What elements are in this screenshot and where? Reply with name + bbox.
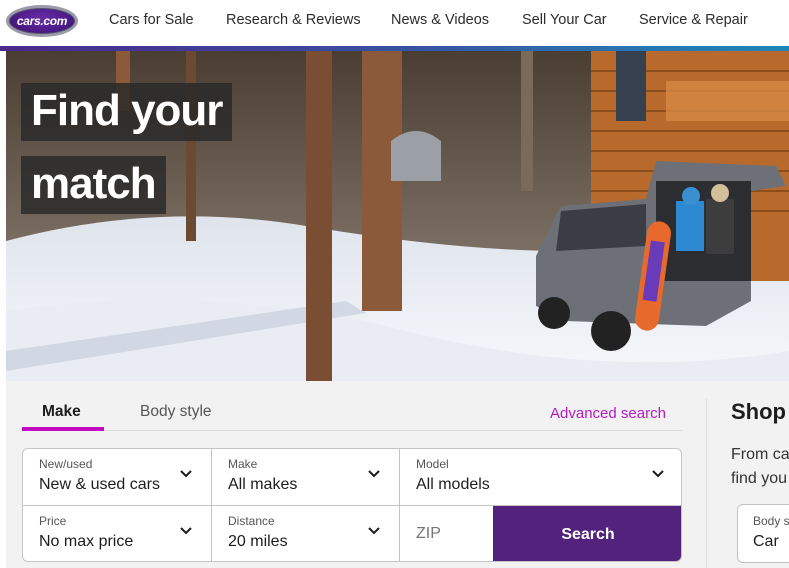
- chevron-down-icon: [180, 470, 192, 478]
- site-header: cars.com Cars for Sale Research & Review…: [0, 0, 789, 44]
- tab-body-style[interactable]: Body style: [140, 403, 212, 421]
- panel-divider: [706, 399, 707, 568]
- hero-title-2: match: [21, 156, 166, 214]
- new-used-label: New/used: [39, 457, 93, 471]
- make-label: Make: [228, 457, 258, 471]
- zip-input[interactable]: ZIP: [400, 506, 493, 561]
- nav-service-repair[interactable]: Service & Repair: [639, 12, 748, 28]
- distance-select[interactable]: Distance 20 miles: [212, 506, 400, 561]
- body-style-value: Car: [753, 533, 779, 550]
- body-style-select[interactable]: Body st Car: [737, 504, 789, 563]
- chevron-down-icon: [368, 527, 380, 535]
- search-form: New/used New & used cars Make All makes …: [22, 448, 682, 562]
- model-label: Model: [416, 457, 449, 471]
- nav-research-reviews[interactable]: Research & Reviews: [226, 12, 361, 28]
- hero-title-line-1: Find your: [21, 83, 233, 141]
- price-value: No max price: [39, 533, 134, 550]
- model-select[interactable]: Model All models: [400, 449, 681, 506]
- chevron-down-icon: [180, 527, 192, 535]
- chevron-down-icon: [368, 470, 380, 478]
- body-style-label: Body st: [753, 514, 789, 528]
- zip-placeholder: ZIP: [416, 525, 441, 542]
- main-nav: Cars for Sale Research & Reviews News & …: [0, 0, 789, 44]
- new-used-select[interactable]: New/used New & used cars: [23, 449, 212, 506]
- price-select[interactable]: Price No max price: [23, 506, 212, 561]
- search-button[interactable]: Search: [493, 506, 681, 561]
- search-panel: Make Body style Advanced search New/used…: [6, 381, 789, 568]
- model-value: All models: [416, 476, 490, 493]
- make-value: All makes: [228, 476, 298, 493]
- nav-cars-for-sale[interactable]: Cars for Sale: [109, 12, 194, 28]
- hero-banner: Find your match: [6, 51, 789, 381]
- shop-description: From ca find you: [731, 443, 789, 491]
- new-used-value: New & used cars: [39, 476, 160, 493]
- nav-news-videos[interactable]: News & Videos: [391, 12, 489, 28]
- shop-title: Shop: [731, 399, 786, 424]
- make-select[interactable]: Make All makes: [212, 449, 400, 506]
- shop-description-line-1: From ca: [731, 446, 789, 463]
- hero-title: Find your: [21, 83, 233, 141]
- chevron-down-icon: [652, 470, 664, 478]
- tab-make[interactable]: Make: [42, 403, 81, 421]
- advanced-search-link[interactable]: Advanced search: [550, 405, 666, 422]
- tab-divider: [22, 430, 682, 431]
- distance-value: 20 miles: [228, 533, 288, 550]
- active-tab-indicator: [22, 427, 104, 431]
- price-label: Price: [39, 514, 67, 528]
- nav-sell-your-car[interactable]: Sell Your Car: [522, 12, 607, 28]
- distance-label: Distance: [228, 514, 275, 528]
- shop-description-line-2: find you: [731, 470, 788, 487]
- hero-title-line-2: match: [21, 156, 166, 214]
